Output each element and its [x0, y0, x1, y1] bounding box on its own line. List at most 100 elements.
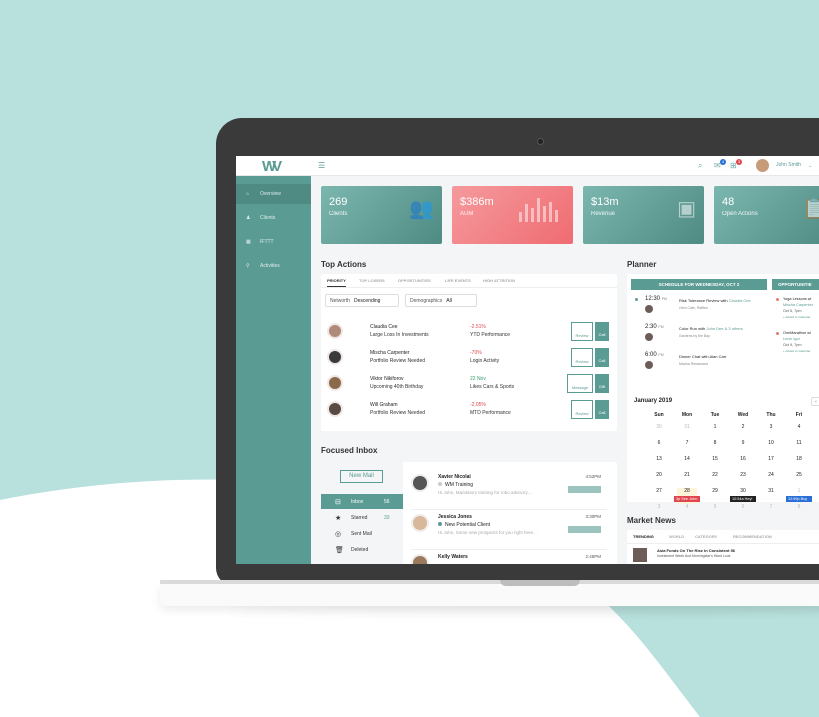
calendar-day[interactable]: 22 — [705, 472, 725, 480]
filter-value: All — [446, 298, 452, 304]
calendar-day[interactable]: 18 — [789, 456, 809, 464]
calendar-day[interactable]: 7 — [677, 440, 697, 448]
calendar-day[interactable]: 24 — [761, 472, 781, 480]
calendar-day[interactable]: 13 — [649, 456, 669, 464]
calendar-day[interactable]: 30 — [649, 424, 669, 432]
sidebar-item-clients[interactable]: ♟ Clients — [236, 208, 311, 228]
people-icon: 👥 — [409, 198, 434, 220]
search-icon[interactable]: ⌕ — [698, 161, 702, 171]
tab-trending[interactable]: TRENDING — [633, 534, 654, 539]
calendar-day[interactable]: 23 — [733, 472, 753, 480]
calendar-day[interactable]: 31 — [761, 488, 781, 496]
tab-top-losers[interactable]: TOP LOSERS — [359, 278, 385, 283]
section-title-planner: Planner — [627, 260, 657, 269]
networth-filter[interactable]: Networth Descending — [325, 294, 399, 307]
gift-button[interactable]: Gift — [595, 374, 609, 393]
calendar-day[interactable]: 3 — [761, 424, 781, 432]
calendar-day[interactable]: 25 — [789, 472, 809, 480]
calendar-event[interactable]: 12:59p Buy — [786, 496, 812, 502]
folder-deleted[interactable]: 🗑 Deleted — [321, 542, 403, 557]
calendar-day[interactable]: 16 — [733, 456, 753, 464]
calendar-day[interactable]: 11 — [789, 440, 809, 448]
sidebar-item-overview[interactable]: ⌂ Overview — [236, 184, 311, 204]
calendar-event[interactable]: 3p See John — [674, 496, 700, 502]
calendar-day[interactable]: 8 — [789, 504, 809, 512]
user-name[interactable]: John Smith — [776, 162, 801, 168]
chevron-down-icon[interactable]: ⌄ — [808, 163, 812, 169]
calendar-day[interactable]: 21 — [677, 472, 697, 480]
new-mail-button[interactable]: New Mail — [340, 470, 383, 483]
tab-world[interactable]: WORLD — [669, 534, 684, 539]
calendar-day[interactable]: 20 — [649, 472, 669, 480]
review-button[interactable]: Review — [571, 348, 593, 367]
mail-actions[interactable] — [568, 486, 601, 493]
review-button[interactable]: Review — [571, 400, 593, 419]
calendar-day[interactable]: 4 — [677, 504, 697, 512]
news-panel: TRENDING WORLD CATEGORY RECOMMENDATION A… — [627, 530, 819, 564]
review-button[interactable]: Review — [571, 322, 593, 341]
tab-recommendation[interactable]: RECOMMENDATION — [733, 534, 772, 539]
opportunity-date: Oct 9, 7pm — [783, 343, 802, 347]
calendar-event[interactable]: 10:54a Hey! — [730, 496, 756, 502]
event-location: Gem Cafe, Raffles — [679, 306, 708, 310]
message-button[interactable]: Message — [567, 374, 593, 393]
folder-sent[interactable]: ◎ Sent Mail — [321, 526, 403, 541]
mail-actions[interactable] — [568, 526, 601, 533]
card-aum[interactable]: $386m AUM — [452, 186, 573, 244]
mail-item[interactable]: Kelly Waters 2:45PM — [411, 552, 607, 564]
calendar-day[interactable]: 27 — [649, 488, 669, 496]
calendar-day[interactable]: 29 — [705, 488, 725, 496]
chevron-left-icon[interactable]: ‹ — [811, 397, 819, 406]
calendar-day[interactable]: 10 — [761, 440, 781, 448]
schedule-event[interactable]: 6:00 PM Dinner Chat with Alan Carr Marin… — [631, 352, 767, 380]
calendar-day[interactable]: 6 — [733, 504, 753, 512]
schedule-event[interactable]: 2:30 PM Color Run with John Dee & 3 othe… — [631, 324, 767, 352]
card-clients[interactable]: 269 Clients 👥 — [321, 186, 442, 244]
sidebar-item-activities[interactable]: ⚲ Activities — [236, 256, 311, 276]
calendar-day[interactable]: 31 — [677, 424, 697, 432]
folder-inbox[interactable]: ⊟ Inbox 56 — [321, 494, 403, 509]
card-open-actions[interactable]: 48 Open Actions 📋 — [714, 186, 819, 244]
calendar-day[interactable]: 9 — [733, 440, 753, 448]
laptop-notch — [500, 580, 580, 586]
logo[interactable]: WV — [262, 158, 282, 175]
hamburger-icon[interactable]: ☰ — [318, 161, 325, 170]
mail-item[interactable]: Jessica Jones New Potential Client Hi Jo… — [411, 512, 607, 550]
calendar-day[interactable]: 7 — [761, 504, 781, 512]
calendar-day[interactable]: 5 — [705, 504, 725, 512]
mail-item[interactable]: Xavier Nicolai WM Training Hi John, Mand… — [411, 472, 607, 510]
sidebar-item-ifttt[interactable]: ▦ IFTTT — [236, 232, 311, 252]
calendar-day[interactable]: 3 — [649, 504, 669, 512]
tab-category[interactable]: CATEGORY — [695, 534, 717, 539]
calendar-day[interactable]: 1 — [789, 488, 809, 496]
mail-subject: WM Training — [438, 482, 473, 488]
call-button[interactable]: Call — [595, 400, 609, 419]
event-ampm: PM — [658, 325, 664, 329]
tab-high-attrition[interactable]: HIGH ATTRITION — [483, 278, 515, 283]
calendar-day[interactable]: 30 — [733, 488, 753, 496]
event-ampm: PM — [661, 297, 667, 301]
schedule-event[interactable]: 12:30 PM Risk Tolerance Review with Clau… — [631, 296, 767, 324]
calendar-day[interactable]: 8 — [705, 440, 725, 448]
demographics-filter[interactable]: Demographics All — [405, 294, 477, 307]
avatar[interactable] — [756, 159, 769, 172]
calendar-day[interactable]: 17 — [761, 456, 781, 464]
card-revenue[interactable]: $13m Revenue ▣ — [583, 186, 704, 244]
tab-life-events[interactable]: LIFE EVENTS — [445, 278, 471, 283]
calendar-day[interactable]: 4 — [789, 424, 809, 432]
calendar-day[interactable]: 1 — [705, 424, 725, 432]
action-metric: MTD Performance — [470, 410, 511, 416]
opportunity-item[interactable]: OneMarathon wi Lenin Igor Oct 9, 7pm + A… — [776, 330, 819, 356]
tab-opportunities[interactable]: OPPORTUNITIES — [398, 278, 431, 283]
calendar-day[interactable]: 2 — [733, 424, 753, 432]
news-headline[interactable]: Asia Funds On The Rise In Consistent 56 — [657, 548, 735, 553]
calendar-day[interactable]: 14 — [677, 456, 697, 464]
avatar — [645, 333, 653, 341]
call-button[interactable]: Call — [595, 348, 609, 367]
opportunity-item[interactable]: Yoga Lessons wi Mischa Carpenter Oct 5, … — [776, 296, 819, 322]
folder-starred[interactable]: ★ Starred 33 — [321, 510, 403, 525]
call-button[interactable]: Call — [595, 322, 609, 341]
tab-priority[interactable]: PRIORITY — [327, 278, 346, 287]
calendar-day[interactable]: 15 — [705, 456, 725, 464]
calendar-day[interactable]: 6 — [649, 440, 669, 448]
